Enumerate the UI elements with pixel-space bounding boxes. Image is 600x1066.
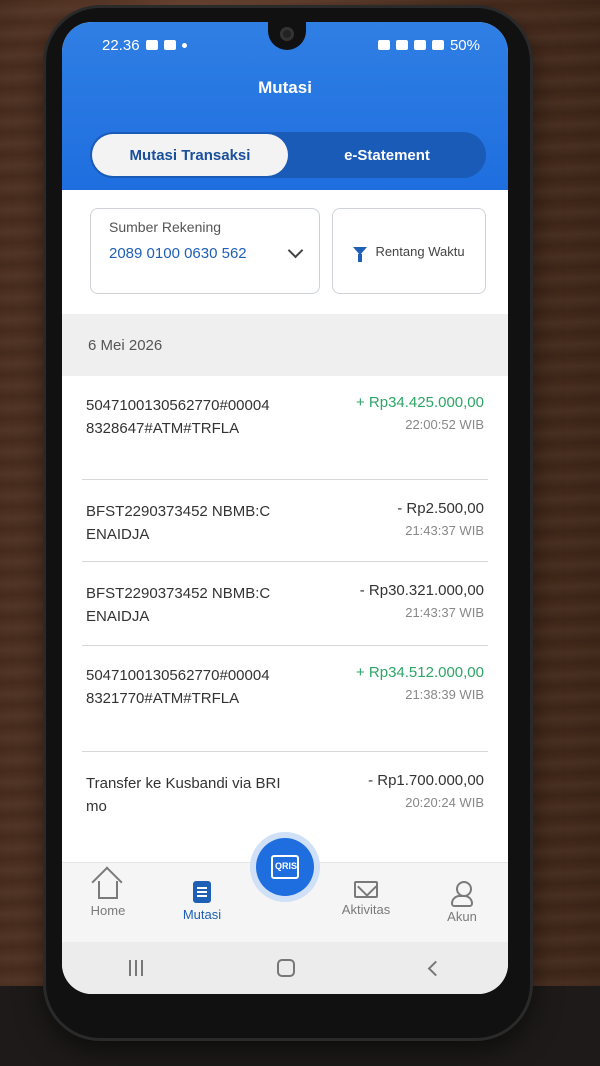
system-navigation-bar xyxy=(62,942,508,994)
transaction-amount: - Rp1.700.000,00 xyxy=(368,772,484,789)
nav-mutasi[interactable]: Mutasi xyxy=(172,881,232,922)
transaction-description: 5047100130562770#000048321770#ATM#TRFLA xyxy=(86,667,270,707)
battery-level: 50% xyxy=(449,36,480,54)
transaction-time: 21:43:37 WIB xyxy=(405,523,484,538)
nav-mutasi-label: Mutasi xyxy=(182,907,222,922)
date-range-button[interactable]: Rentang Waktu xyxy=(332,208,486,294)
vpn-icon xyxy=(377,40,390,50)
date-group-header: 6 Mei 2026 xyxy=(62,314,508,376)
recents-icon[interactable] xyxy=(129,960,144,976)
app-header: 22.36 50% Mutasi Mutasi Transaksi e-Stat… xyxy=(62,22,508,190)
transaction-amount: - Rp2.500,00 xyxy=(397,500,484,517)
cloud-icon xyxy=(145,40,158,50)
home-button-icon[interactable] xyxy=(277,959,296,977)
nav-aktivitas[interactable]: Aktivitas xyxy=(336,881,396,917)
tab-mutasi-transaksi[interactable]: Mutasi Transaksi xyxy=(92,134,288,176)
transaction-row[interactable]: BFST2290373452 NBMB:CENAIDJA - Rp2.500,0… xyxy=(82,480,488,562)
status-time: 22.36 xyxy=(102,36,140,54)
page-title: Mutasi xyxy=(258,78,312,97)
transaction-description: Transfer ke Kusbandi via BRImo xyxy=(86,775,281,815)
transaction-time: 20:20:24 WIB xyxy=(405,795,484,810)
nav-akun[interactable]: Akun xyxy=(432,881,492,924)
wifi-icon xyxy=(413,40,426,50)
transaction-description: 5047100130562770#000048328647#ATM#TRFLA xyxy=(86,397,270,437)
nav-home[interactable]: Home xyxy=(78,881,138,918)
back-icon[interactable] xyxy=(427,960,444,976)
transaction-row[interactable]: 5047100130562770#000048328647#ATM#TRFLA … xyxy=(82,376,488,480)
transaction-amount: + Rp34.512.000,00 xyxy=(355,664,484,681)
qr-scan-icon: QRIS xyxy=(271,855,299,879)
chevron-down-icon xyxy=(287,242,304,259)
source-account-label: Sumber Rekening xyxy=(109,219,222,235)
nav-akun-label: Akun xyxy=(447,909,477,924)
transaction-amount: + Rp34.425.000,00 xyxy=(355,394,484,411)
qris-label: QRIS xyxy=(275,861,298,871)
qris-button[interactable]: QRIS xyxy=(256,838,314,896)
dot-icon xyxy=(181,42,187,48)
filter-icon xyxy=(353,247,368,262)
source-account-value: 2089 0100 0630 562 xyxy=(109,245,247,262)
nav-aktivitas-label: Aktivitas xyxy=(341,902,391,917)
mail-icon xyxy=(354,881,378,898)
document-list-icon xyxy=(193,881,211,903)
transaction-time: 21:38:39 WIB xyxy=(405,687,484,702)
nav-home-label: Home xyxy=(90,903,126,918)
tab-bar: Mutasi Transaksi e-Statement xyxy=(90,132,486,178)
filter-row: Sumber Rekening 2089 0100 0630 562 Renta… xyxy=(62,190,508,314)
user-icon xyxy=(451,881,473,907)
date-range-label: Rentang Waktu xyxy=(375,243,465,259)
date-group-label: 6 Mei 2026 xyxy=(88,336,163,354)
tab-e-statement[interactable]: e-Statement xyxy=(288,134,486,176)
transaction-row[interactable]: 5047100130562770#000048321770#ATM#TRFLA … xyxy=(82,646,488,752)
transaction-row[interactable]: Transfer ke Kusbandi via BRImo - Rp1.700… xyxy=(82,752,488,838)
mute-icon xyxy=(395,40,408,50)
source-account-selector[interactable]: Sumber Rekening 2089 0100 0630 562 xyxy=(90,208,320,294)
phone-screen: 22.36 50% Mutasi Mutasi Transaksi e-Stat… xyxy=(62,22,508,994)
transaction-row[interactable]: BFST2290373452 NBMB:CENAIDJA - Rp30.321.… xyxy=(82,562,488,646)
transaction-description: BFST2290373452 NBMB:CENAIDJA xyxy=(86,503,271,543)
transaction-time: 22:00:52 WIB xyxy=(405,417,484,432)
transaction-list: 5047100130562770#000048328647#ATM#TRFLA … xyxy=(62,376,508,838)
transaction-time: 21:43:37 WIB xyxy=(405,605,484,620)
notification-icon xyxy=(163,40,176,50)
home-icon xyxy=(98,881,118,899)
signal-icon xyxy=(431,40,444,50)
transaction-amount: - Rp30.321.000,00 xyxy=(359,582,484,599)
transaction-description: BFST2290373452 NBMB:CENAIDJA xyxy=(86,585,271,625)
